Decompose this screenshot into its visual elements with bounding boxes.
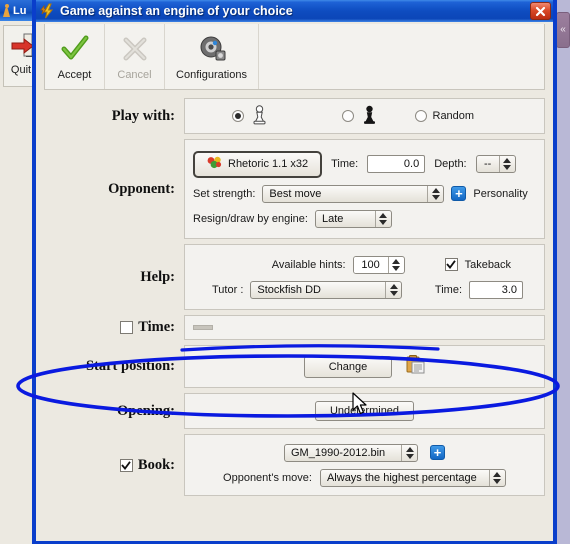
- dialog-title: Game against an engine of your choice: [60, 4, 293, 18]
- background-right-chip: «: [556, 12, 570, 48]
- opponent-time-input[interactable]: 0.0: [367, 155, 426, 173]
- book-label-group: Book:: [44, 434, 184, 496]
- dialog-toolbar: Accept Cancel Configurations: [44, 24, 545, 90]
- dialog-titlebar[interactable]: Game against an engine of your choice: [36, 0, 553, 22]
- play-with-label: Play with:: [111, 107, 175, 124]
- tutor-value: Stockfish DD: [257, 283, 321, 296]
- resign-draw-label: Resign/draw by engine:: [193, 212, 308, 225]
- opponent-move-value: Always the highest percentage: [326, 471, 477, 484]
- cross-icon: [121, 32, 149, 66]
- pawn-icon: [2, 4, 11, 17]
- checkmark-icon: [60, 32, 90, 66]
- play-with-row: Play with: Random: [44, 98, 545, 134]
- radio-play-random-label: Random: [432, 110, 475, 122]
- opening-button[interactable]: Undetermined: [314, 401, 415, 421]
- time-checkbox[interactable]: [120, 321, 134, 334]
- opening-label: Opening:: [116, 402, 175, 419]
- resign-draw-select[interactable]: Late: [314, 209, 392, 228]
- help-panel: Available hints: 100 Takeback Tutor: St…: [184, 244, 545, 310]
- clipboard-paste-icon[interactable]: [406, 355, 425, 378]
- takeback-checkbox[interactable]: [444, 258, 458, 271]
- black-pawn-icon: [361, 105, 378, 128]
- book-file-select[interactable]: GM_1990-2012.bin: [284, 443, 418, 462]
- available-hints-spinner[interactable]: 100: [352, 255, 405, 274]
- start-position-row: Start position: Change: [44, 345, 545, 388]
- opponent-depth-label: Depth:: [434, 158, 467, 170]
- spinner-arrows-icon[interactable]: [385, 281, 401, 298]
- lightning-bolt-icon: [40, 3, 56, 19]
- cancel-button[interactable]: Cancel: [105, 24, 165, 89]
- set-strength-label: Set strength:: [193, 187, 256, 200]
- spinner-arrows-icon[interactable]: [498, 156, 515, 172]
- radio-play-black[interactable]: [341, 110, 354, 122]
- cancel-button-label: Cancel: [117, 69, 152, 81]
- available-hints-label: Available hints:: [271, 258, 346, 271]
- accept-button[interactable]: Accept: [45, 24, 105, 89]
- tutor-label: Tutor :: [212, 283, 244, 296]
- book-file-value: GM_1990-2012.bin: [291, 446, 386, 459]
- engine-heart-icon: [207, 156, 222, 173]
- engine-select-button[interactable]: Rhetoric 1.1 x32: [193, 150, 323, 178]
- takeback-label: Takeback: [464, 258, 512, 271]
- opponent-move-label: Opponent's move:: [223, 471, 312, 484]
- close-icon[interactable]: [530, 2, 551, 20]
- radio-play-white[interactable]: [231, 110, 244, 122]
- white-pawn-icon: [251, 104, 268, 128]
- resign-draw-value: Late: [321, 212, 344, 225]
- spinner-arrows-icon[interactable]: [401, 444, 417, 461]
- opponent-label: Opponent:: [108, 180, 175, 197]
- opening-row: Opening: Undetermined: [44, 393, 545, 429]
- help-label: Help:: [140, 268, 175, 285]
- time-label: Time:: [138, 319, 175, 335]
- toolbar-filler: [259, 24, 544, 89]
- configurations-button[interactable]: Configurations: [165, 24, 259, 89]
- personality-add-button[interactable]: +: [451, 186, 467, 201]
- dialog-body: Accept Cancel Configurations Play with: …: [36, 22, 553, 541]
- tutor-select[interactable]: Stockfish DD: [250, 280, 403, 299]
- time-panel: [184, 315, 545, 340]
- opponent-row: Opponent: Rhetoric 1.1 x32 Time: 0.0 Dep…: [44, 139, 545, 239]
- spinner-arrows-icon[interactable]: [427, 185, 443, 202]
- time-label-group: Time:: [44, 315, 184, 340]
- opponent-depth-value: --: [483, 158, 492, 170]
- help-row: Help: Available hints: 100 Takeback Tuto…: [44, 244, 545, 310]
- spinner-arrows-icon[interactable]: [387, 256, 404, 273]
- set-strength-select[interactable]: Best move: [262, 184, 445, 203]
- tutor-time-input[interactable]: 3.0: [469, 280, 523, 299]
- change-button[interactable]: Change: [303, 355, 393, 378]
- background-window-title: Lu: [13, 4, 27, 17]
- engine-game-dialog: Game against an engine of your choice Ac…: [33, 0, 556, 544]
- start-position-label: Start position:: [85, 358, 175, 374]
- engine-name: Rhetoric 1.1 x32: [228, 158, 309, 170]
- time-row: Time:: [44, 315, 545, 340]
- opponent-time-label: Time:: [331, 158, 359, 170]
- configurations-button-label: Configurations: [176, 69, 247, 81]
- gear-icon: [197, 32, 227, 66]
- tutor-time-label: Time:: [434, 283, 462, 296]
- book-row: Book: GM_1990-2012.bin + Opponent's move…: [44, 434, 545, 496]
- opening-panel: Undetermined: [184, 393, 545, 429]
- book-add-button[interactable]: +: [430, 445, 445, 460]
- opponent-panel: Rhetoric 1.1 x32 Time: 0.0 Depth: -- Set: [184, 139, 545, 239]
- available-hints-value: 100: [353, 256, 388, 273]
- personality-label: Personality: [473, 187, 528, 200]
- spinner-arrows-icon[interactable]: [374, 210, 391, 227]
- time-slider[interactable]: [193, 325, 213, 330]
- opponent-depth-spinner[interactable]: --: [475, 155, 516, 173]
- play-with-panel: Random: [184, 98, 545, 134]
- opponent-move-select[interactable]: Always the highest percentage: [319, 468, 506, 487]
- book-label: Book:: [137, 456, 175, 473]
- start-position-panel: Change: [184, 345, 545, 388]
- set-strength-value: Best move: [269, 187, 322, 200]
- radio-play-random[interactable]: [414, 110, 427, 122]
- spinner-arrows-icon[interactable]: [488, 469, 505, 486]
- accept-button-label: Accept: [57, 69, 92, 81]
- book-checkbox[interactable]: [119, 458, 133, 472]
- book-panel: GM_1990-2012.bin + Opponent's move: Alwa…: [184, 434, 545, 496]
